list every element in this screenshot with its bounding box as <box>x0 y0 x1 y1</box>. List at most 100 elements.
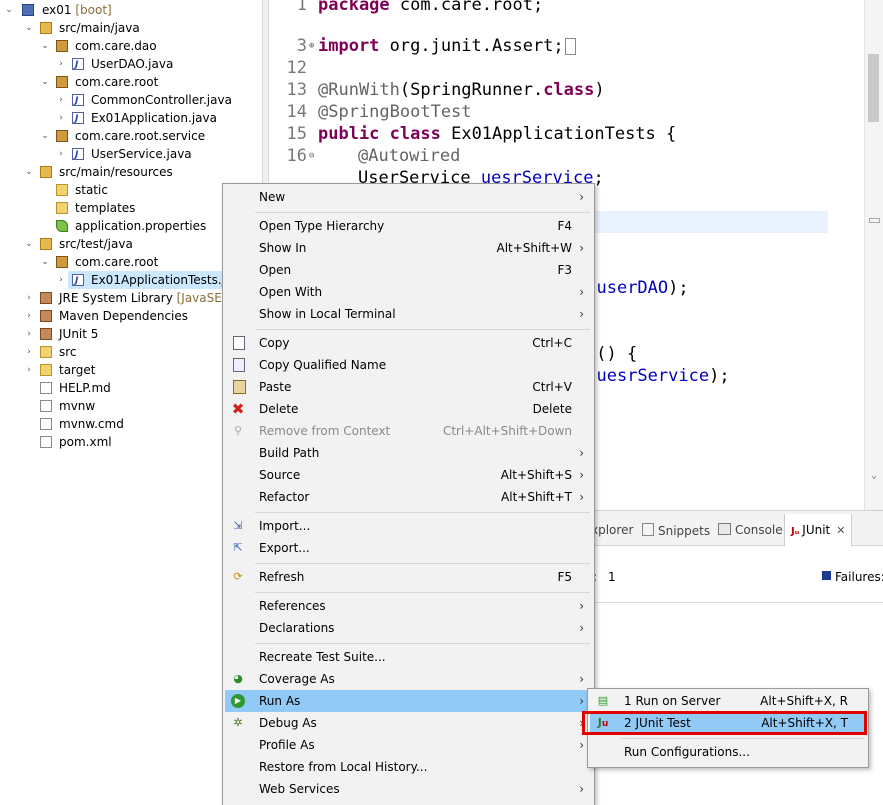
tree-item-package[interactable]: ⌄ com.care.root <box>0 73 262 91</box>
menu-label: Delete <box>259 402 299 416</box>
tree-item-java-file[interactable]: › Ex01Application.java <box>0 109 262 128</box>
menu-separator <box>255 643 590 644</box>
close-icon[interactable]: ✕ <box>836 524 845 537</box>
menu-item-recreate-test-suite[interactable]: Recreate Test Suite... <box>225 646 592 668</box>
menu-label: Show In <box>259 241 307 255</box>
collapse-arrow-icon[interactable]: › <box>24 307 34 325</box>
menu-item-paste[interactable]: Paste Ctrl+V <box>225 376 592 398</box>
code-line[interactable]: @SpringBootTest <box>318 101 472 123</box>
tree-item-src-main-resources[interactable]: ⌄ src/main/resources <box>0 163 262 181</box>
menu-shortcut: F5 <box>557 570 572 584</box>
tree-item-package[interactable]: ⌄ com.care.dao <box>0 37 262 55</box>
collapse-arrow-icon[interactable]: › <box>56 109 66 127</box>
keyword: class <box>543 80 595 100</box>
menu-item-export[interactable]: ⇱ Export... <box>225 537 592 559</box>
tree-item-java-file[interactable]: › UserDAO.java <box>0 55 262 74</box>
file-icon <box>40 418 52 430</box>
menu-item-open[interactable]: Open F3 <box>225 259 592 281</box>
submenu-arrow-icon: › <box>579 307 584 321</box>
menu-item-open-type-hierarchy[interactable]: Open Type Hierarchy F4 <box>225 215 592 237</box>
menu-item-run-as[interactable]: ▶ Run As › <box>225 690 592 712</box>
annotation: @RunWith <box>318 80 400 100</box>
collapse-arrow-icon[interactable]: › <box>24 325 34 343</box>
code-line[interactable]: @RunWith(SpringRunner.class) <box>318 79 605 101</box>
menu-item-copy[interactable]: Copy Ctrl+C <box>225 332 592 354</box>
line-number: 15 <box>286 124 307 144</box>
menu-label: Refactor <box>259 490 310 504</box>
editor-scrollbar[interactable]: ⌄ <box>864 0 883 510</box>
menu-item-debug-as[interactable]: ✲ Debug As › <box>225 712 592 734</box>
export-icon: ⇱ <box>233 541 243 554</box>
code-line[interactable]: public class Ex01ApplicationTests { <box>318 123 676 145</box>
menu-item-restore-from-local-history[interactable]: Restore from Local History... <box>225 756 592 778</box>
menu-item-import[interactable]: ⇲ Import... <box>225 515 592 537</box>
menu-item-refactor[interactable]: Refactor Alt+Shift+T › <box>225 486 592 508</box>
menu-item-show-in-local-terminal[interactable]: Show in Local Terminal › <box>225 303 592 325</box>
tab-label: Snippets <box>658 524 711 538</box>
tree-item-project[interactable]: ⌄ ex01 [boot] <box>0 1 262 19</box>
expand-arrow-icon[interactable]: ⌄ <box>4 1 14 19</box>
tree-label: JUnit 5 <box>59 327 99 341</box>
menu-label: Restore from Local History... <box>259 760 428 774</box>
menu-item-source[interactable]: Source Alt+Shift+S › <box>225 464 592 486</box>
menu-item-declarations[interactable]: Declarations › <box>225 617 592 639</box>
menu-item-open-with[interactable]: Open With › <box>225 281 592 303</box>
expand-arrow-icon[interactable]: ⌄ <box>40 37 50 55</box>
xml-file-icon <box>40 436 52 448</box>
code-line[interactable]: @Autowired <box>318 145 460 167</box>
keyword: import <box>318 36 380 56</box>
collapse-arrow-icon[interactable]: › <box>56 271 66 289</box>
menu-item-web-services[interactable]: Web Services › <box>225 778 592 800</box>
expand-arrow-icon[interactable]: ⌄ <box>24 19 34 37</box>
menu-item-delete[interactable]: ✖ Delete Delete <box>225 398 592 420</box>
menu-label: Declarations <box>259 621 335 635</box>
code-text: ) <box>594 80 605 100</box>
expand-arrow-icon[interactable]: ⌄ <box>24 235 34 253</box>
menu-item-run-on-server[interactable]: ▤ 1 Run on Server Alt+Shift+X, R <box>590 690 866 712</box>
field-name: uesrService <box>596 366 710 386</box>
menu-item-show-in[interactable]: Show In Alt+Shift+W › <box>225 237 592 259</box>
tab-package-explorer[interactable]: xplorer <box>591 523 633 537</box>
menu-item-new[interactable]: New › <box>225 186 592 208</box>
folded-block-icon[interactable] <box>564 37 576 55</box>
tab-console[interactable]: Console <box>718 523 783 537</box>
code-line[interactable]: package com.care.root; <box>318 0 543 16</box>
expand-arrow-icon[interactable]: ⌄ <box>40 73 50 91</box>
tree-label: src <box>59 345 77 359</box>
menu-item-profile-as[interactable]: Profile As › <box>225 734 592 756</box>
tree-item-java-file[interactable]: › CommonController.java <box>0 91 262 110</box>
collapse-arrow-icon[interactable]: › <box>24 361 34 379</box>
collapse-arrow-icon[interactable]: › <box>56 55 66 73</box>
fold-collapse-icon[interactable]: ⊖ <box>309 145 318 167</box>
scroll-down-icon[interactable]: ⌄ <box>868 470 880 484</box>
tree-label: static <box>75 183 108 197</box>
menu-item-refresh[interactable]: ⟳ Refresh F5 <box>225 566 592 588</box>
expand-arrow-icon[interactable]: ⌄ <box>40 127 50 145</box>
tree-item-java-file[interactable]: › UserService.java <box>0 145 262 164</box>
submenu-arrow-icon: › <box>579 241 584 255</box>
scrollbar-thumb[interactable] <box>868 54 879 122</box>
expand-arrow-icon[interactable]: ⌄ <box>24 163 34 181</box>
tree-label: UserService.java <box>91 147 192 161</box>
menu-item-references[interactable]: References › <box>225 595 592 617</box>
overview-marker <box>869 218 880 223</box>
java-file-icon <box>72 110 84 128</box>
expand-arrow-icon[interactable]: ⌄ <box>40 253 50 271</box>
menu-item-copy-qualified-name[interactable]: Copy Qualified Name <box>225 354 592 376</box>
code-line[interactable]: import org.junit.Assert; <box>318 35 576 57</box>
menu-label: Web Services <box>259 782 340 796</box>
code-fragment[interactable]: l(uesrService); <box>576 365 730 387</box>
collapse-arrow-icon[interactable]: › <box>56 91 66 109</box>
tree-label: Ex01Application.java <box>91 111 217 125</box>
tree-item-package[interactable]: ⌄ com.care.root.service <box>0 127 262 145</box>
tree-item-src-main-java[interactable]: ⌄ src/main/java <box>0 19 262 37</box>
fold-expand-icon[interactable]: ⊕ <box>309 35 318 57</box>
collapse-arrow-icon[interactable]: › <box>56 145 66 163</box>
collapse-arrow-icon[interactable]: › <box>24 343 34 361</box>
collapse-arrow-icon[interactable]: › <box>24 289 34 307</box>
menu-item-run-configurations[interactable]: Run Configurations... <box>590 741 866 763</box>
menu-item-coverage-as[interactable]: ◕ Coverage As › <box>225 668 592 690</box>
tab-junit[interactable]: Jᵤ JUnit ✕ <box>784 514 853 546</box>
menu-item-build-path[interactable]: Build Path › <box>225 442 592 464</box>
tab-snippets[interactable]: Snippets <box>642 523 710 538</box>
